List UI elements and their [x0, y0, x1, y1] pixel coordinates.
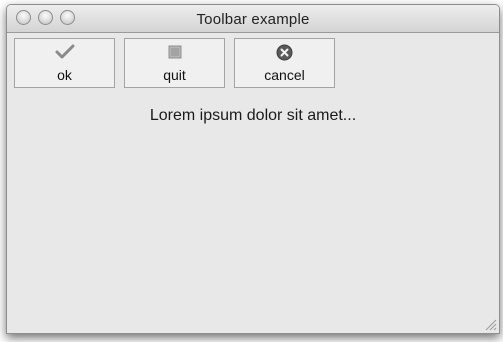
- stop-icon: [125, 42, 224, 62]
- window-title: Toolbar example: [196, 11, 310, 28]
- quit-button-label: quit: [163, 67, 186, 83]
- cancel-button-label: cancel: [264, 67, 305, 83]
- ok-button[interactable]: ok: [14, 38, 115, 88]
- quit-button[interactable]: quit: [124, 38, 225, 88]
- content-text: Lorem ipsum dolor sit amet...: [149, 107, 357, 124]
- toolbar: ok quit cancel: [7, 33, 499, 93]
- title-bar[interactable]: Toolbar example: [7, 5, 499, 33]
- cancel-button[interactable]: cancel: [234, 38, 335, 88]
- cancel-circle-icon: [235, 42, 334, 62]
- checkmark-icon: [15, 42, 114, 62]
- resize-grip-icon[interactable]: [483, 317, 497, 331]
- app-window: Toolbar example ok quit cancel Lorem ips…: [6, 4, 500, 334]
- ok-button-label: ok: [57, 67, 72, 83]
